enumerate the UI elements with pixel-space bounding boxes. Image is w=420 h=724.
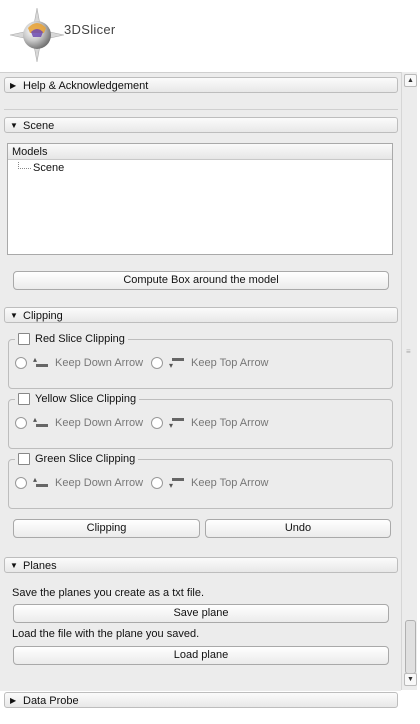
app-logo-text: 3DSlicer xyxy=(64,22,116,37)
section-title: Clipping xyxy=(23,310,63,322)
green-slice-options: ▴ Keep Down Arrow ▾ Keep Top Arrow xyxy=(15,476,277,490)
red-keep-down-option[interactable]: ▴ Keep Down Arrow xyxy=(15,356,143,370)
section-title: Scene xyxy=(23,120,55,132)
compute-box-button[interactable]: Compute Box around the model xyxy=(13,271,389,290)
green-keep-down-option[interactable]: ▴ Keep Down Arrow xyxy=(15,476,143,490)
scroll-grip-icon: ≡ xyxy=(406,347,411,356)
section-header-scene[interactable]: ▼ Scene xyxy=(4,117,398,133)
scroll-thumb[interactable] xyxy=(405,620,416,674)
section-title: Help & Acknowledgement xyxy=(23,80,149,92)
save-planes-instructions: Save the planes you create as a txt file… xyxy=(12,587,205,599)
green-slice-checkbox-row[interactable]: Green Slice Clipping xyxy=(15,452,139,466)
module-panel: ▶ Help & Acknowledgement ▼ Scene Models … xyxy=(0,72,401,691)
section-title: Data Probe xyxy=(23,695,79,707)
tree-branch-icon xyxy=(18,162,31,169)
keep-top-arrow-icon: ▾ xyxy=(169,476,185,490)
green-slice-clipping-group: Green Slice Clipping ▴ Keep Down Arrow ▾… xyxy=(8,452,393,509)
radio-button[interactable] xyxy=(151,477,164,489)
save-plane-button[interactable]: Save plane xyxy=(13,604,389,623)
red-slice-checkbox[interactable] xyxy=(18,333,30,345)
keep-top-arrow-icon: ▾ xyxy=(169,356,185,370)
section-header-help[interactable]: ▶ Help & Acknowledgement xyxy=(4,77,398,93)
triangle-right-icon: ▶ xyxy=(10,81,17,90)
green-keep-top-option[interactable]: ▾ Keep Top Arrow xyxy=(151,476,269,490)
yellow-keep-down-option[interactable]: ▴ Keep Down Arrow xyxy=(15,416,143,430)
red-keep-top-option[interactable]: ▾ Keep Top Arrow xyxy=(151,356,269,370)
radio-button[interactable] xyxy=(15,357,27,369)
vertical-scrollbar[interactable]: ▲ ≡ ▼ xyxy=(401,72,417,690)
yellow-slice-checkbox-row[interactable]: Yellow Slice Clipping xyxy=(15,392,140,406)
yellow-slice-options: ▴ Keep Down Arrow ▾ Keep Top Arrow xyxy=(15,416,277,430)
clipping-button[interactable]: Clipping xyxy=(13,519,200,538)
load-plane-button[interactable]: Load plane xyxy=(13,646,389,665)
models-tree[interactable]: Models Scene xyxy=(7,143,393,255)
tree-column-header[interactable]: Models xyxy=(8,144,392,160)
load-planes-instructions: Load the file with the plane you saved. xyxy=(12,628,200,640)
radio-button[interactable] xyxy=(151,357,164,369)
app-header: 3DSlicer xyxy=(0,0,420,70)
keep-top-arrow-icon: ▾ xyxy=(169,416,185,430)
section-separator xyxy=(4,95,398,110)
triangle-down-icon: ▼ xyxy=(10,311,18,320)
keep-down-arrow-icon: ▴ xyxy=(33,356,49,370)
radio-button[interactable] xyxy=(15,417,27,429)
triangle-right-icon: ▶ xyxy=(10,696,17,705)
section-header-clipping[interactable]: ▼ Clipping xyxy=(4,307,398,323)
section-header-planes[interactable]: ▼ Planes xyxy=(4,557,398,573)
red-slice-checkbox-row[interactable]: Red Slice Clipping xyxy=(15,332,128,346)
undo-button[interactable]: Undo xyxy=(205,519,391,538)
triangle-down-icon: ▼ xyxy=(10,121,18,130)
red-slice-clipping-group: Red Slice Clipping ▴ Keep Down Arrow ▾ K… xyxy=(8,332,393,389)
keep-down-arrow-icon: ▴ xyxy=(33,476,49,490)
yellow-keep-top-option[interactable]: ▾ Keep Top Arrow xyxy=(151,416,269,430)
yellow-slice-clipping-group: Yellow Slice Clipping ▴ Keep Down Arrow … xyxy=(8,392,393,449)
scroll-up-arrow-icon[interactable]: ▲ xyxy=(404,74,417,87)
tree-item-scene[interactable]: Scene xyxy=(18,162,64,175)
yellow-slice-checkbox[interactable] xyxy=(18,393,30,405)
red-slice-options: ▴ Keep Down Arrow ▾ Keep Top Arrow xyxy=(15,356,277,370)
section-title: Planes xyxy=(23,560,57,572)
scroll-down-arrow-icon[interactable]: ▼ xyxy=(404,673,417,686)
triangle-down-icon: ▼ xyxy=(10,561,18,570)
slicer-logo-icon xyxy=(9,7,65,63)
section-header-data-probe[interactable]: ▶ Data Probe xyxy=(4,692,398,708)
keep-down-arrow-icon: ▴ xyxy=(33,416,49,430)
radio-button[interactable] xyxy=(15,477,27,489)
radio-button[interactable] xyxy=(151,417,164,429)
green-slice-checkbox[interactable] xyxy=(18,453,30,465)
